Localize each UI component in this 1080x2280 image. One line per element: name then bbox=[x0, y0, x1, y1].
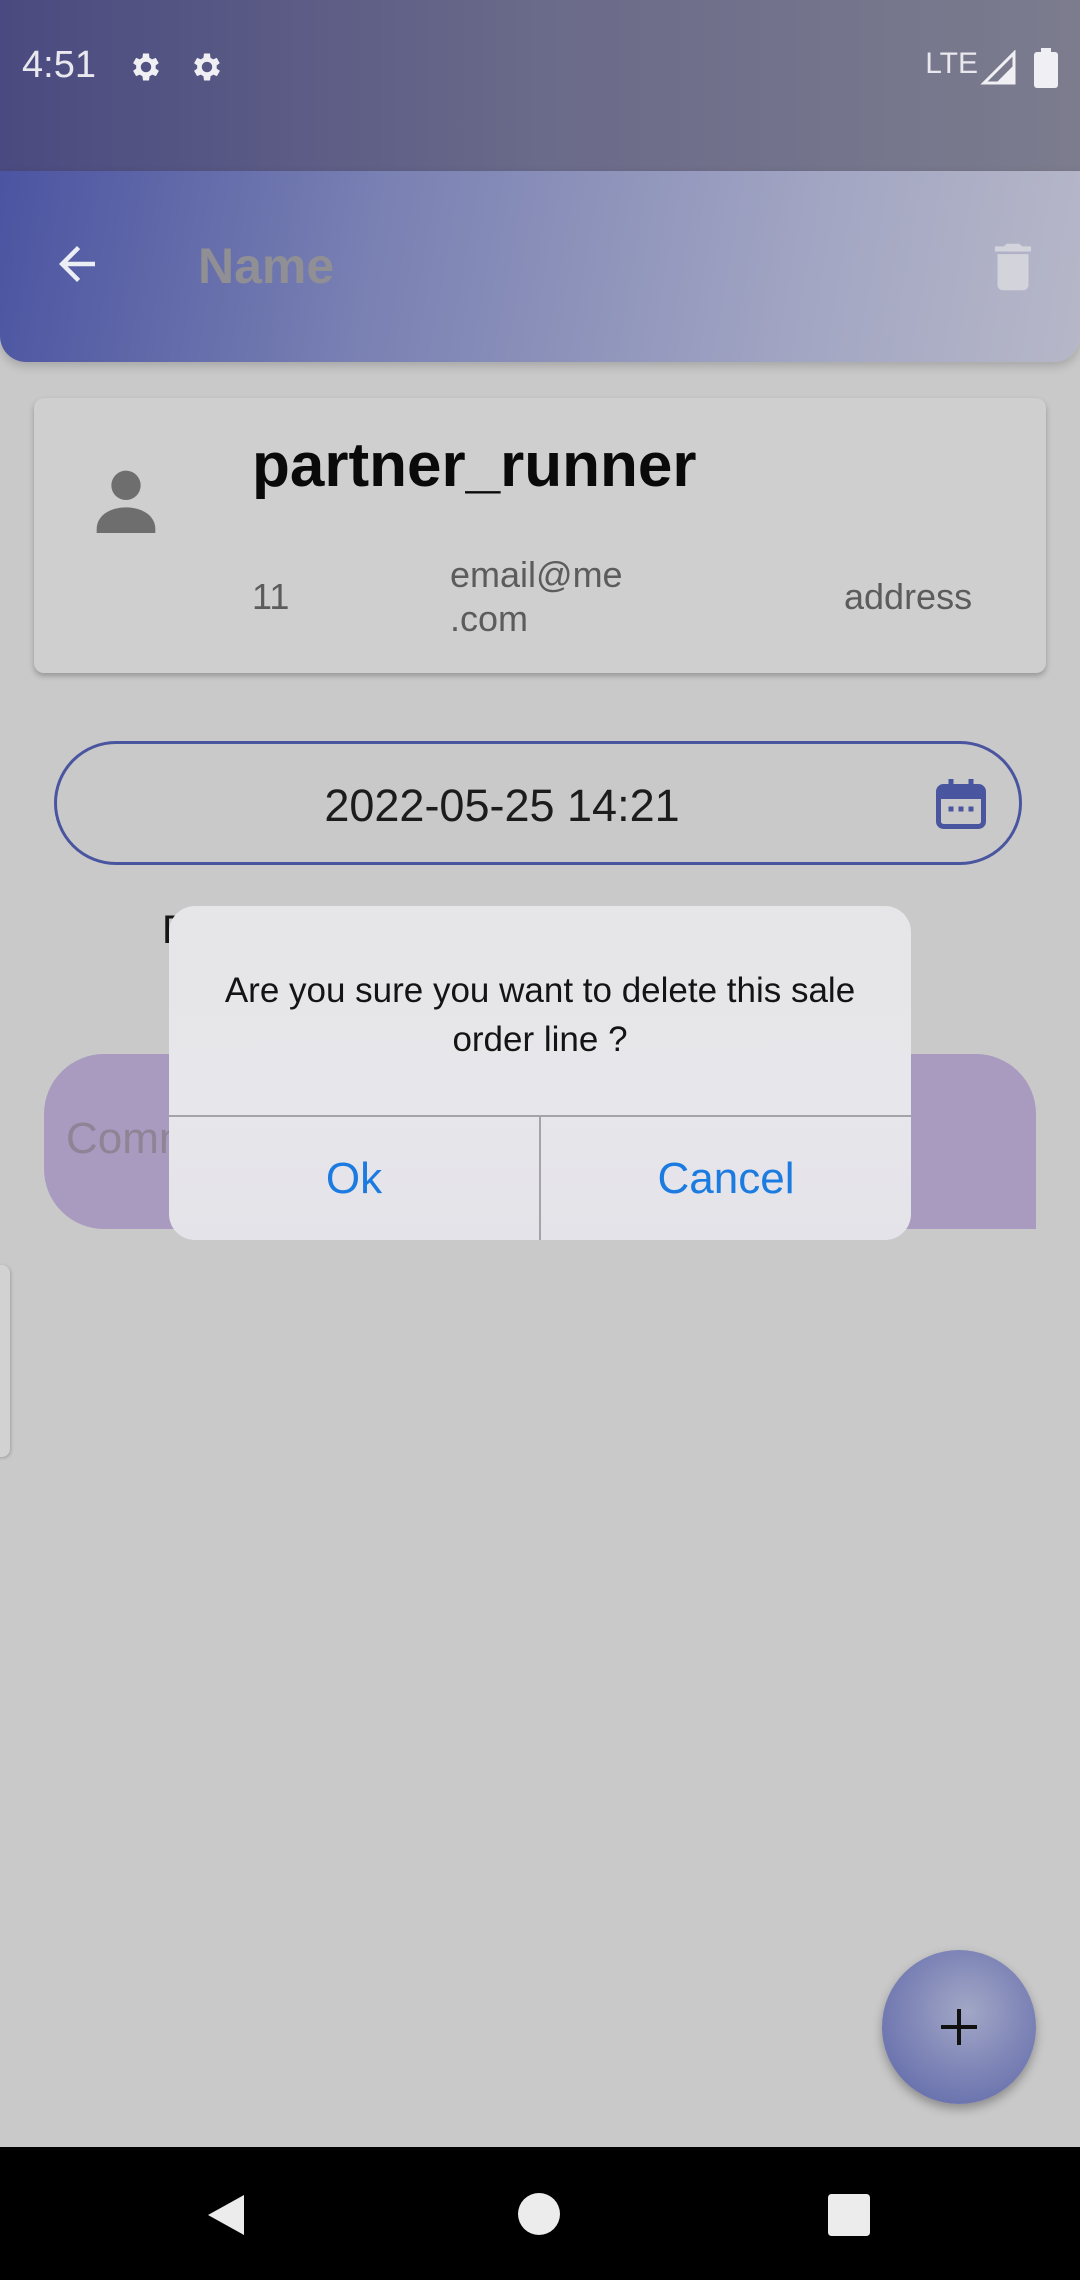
dialog-message: Are you sure you want to delete this sal… bbox=[224, 971, 856, 1059]
partner-card[interactable]: partner_runner 11 email@me .com address bbox=[34, 398, 1046, 673]
partner-address: address bbox=[844, 576, 973, 617]
add-button[interactable] bbox=[882, 1950, 1036, 2104]
trash-icon[interactable] bbox=[982, 231, 1044, 303]
ok-button[interactable]: Ok bbox=[169, 1117, 539, 1240]
status-time: 4:51 bbox=[22, 44, 96, 86]
status-bar: 4:51 LTE bbox=[0, 0, 1080, 171]
partner-number: 11 bbox=[252, 576, 290, 617]
partner-email-line2: .com bbox=[450, 598, 529, 639]
date-value: 2022-05-25 14:21 bbox=[324, 780, 680, 831]
battery-icon bbox=[1034, 48, 1058, 88]
arrow-back-icon[interactable] bbox=[50, 237, 104, 291]
confirm-delete-dialog: Are you sure you want to delete this sal… bbox=[169, 906, 911, 1240]
calendar-icon[interactable] bbox=[931, 774, 991, 834]
nav-back-icon[interactable] bbox=[204, 2191, 248, 2239]
partner-email-line1: email@me bbox=[450, 554, 623, 595]
person-icon bbox=[96, 470, 156, 533]
page-title: Name bbox=[198, 238, 335, 294]
plus-icon bbox=[941, 2009, 977, 2045]
app-bar: Name bbox=[0, 171, 1080, 362]
network-type: LTE bbox=[925, 47, 978, 80]
signal-icon bbox=[980, 50, 1016, 85]
gear-icon bbox=[133, 53, 159, 81]
cancel-button[interactable]: Cancel bbox=[541, 1117, 911, 1240]
navigation-bar bbox=[0, 2147, 1080, 2280]
date-field[interactable]: 2022-05-25 14:21 bbox=[54, 741, 1022, 865]
nav-recents-icon[interactable] bbox=[828, 2194, 870, 2236]
nav-home-icon[interactable] bbox=[518, 2193, 560, 2235]
partner-name: partner_runner bbox=[252, 431, 697, 500]
side-drawer-handle[interactable] bbox=[0, 1265, 10, 1457]
gear-icon bbox=[194, 53, 220, 81]
